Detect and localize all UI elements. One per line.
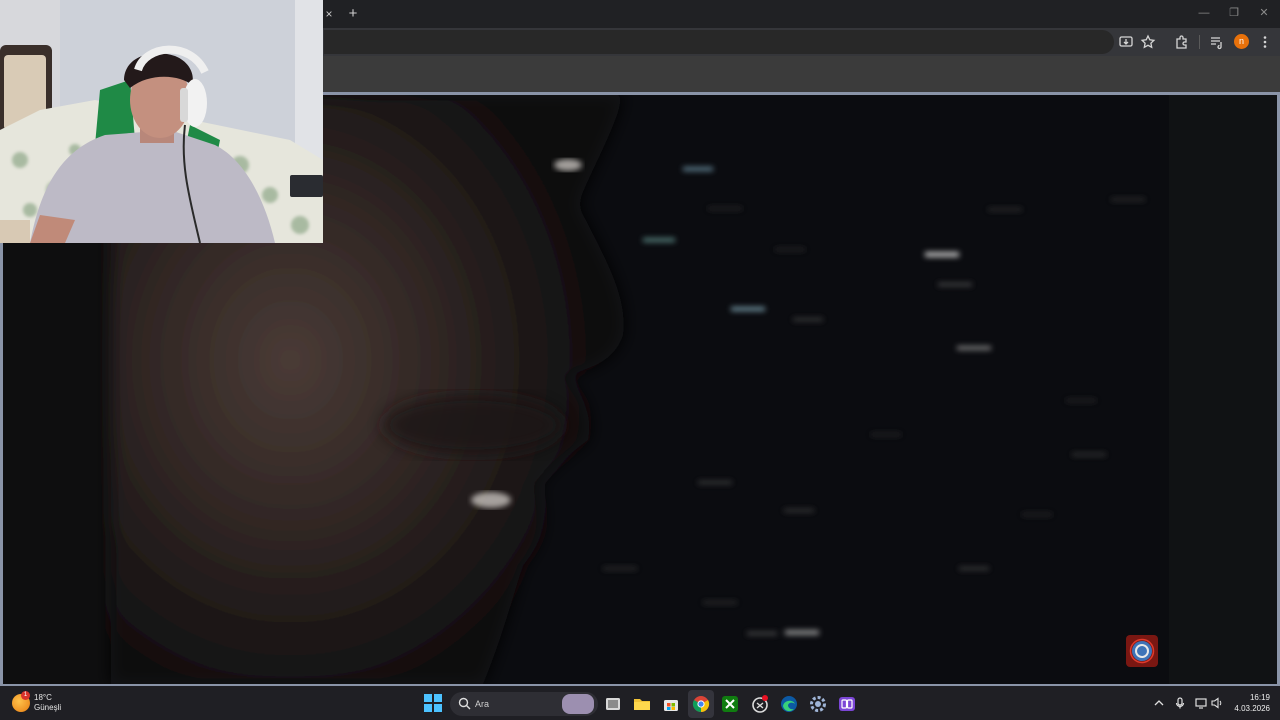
- screen: × + — ❐ ✕ n 1 18°C Güneşli Ara 16:19 4.0…: [0, 0, 1280, 720]
- edge-icon[interactable]: [779, 694, 799, 714]
- clock-time: 16:19: [1249, 693, 1270, 702]
- search-highlight-icon: [562, 694, 594, 714]
- search-icon: [458, 697, 471, 710]
- settings-icon[interactable]: [808, 694, 828, 714]
- task-view-icon[interactable]: [603, 694, 623, 714]
- address-bar[interactable]: [324, 30, 1114, 54]
- snipping-tool-icon[interactable]: [750, 694, 770, 714]
- windows-start-icon[interactable]: [424, 694, 442, 712]
- tab-close-icon[interactable]: ×: [322, 6, 336, 22]
- show-hidden-icons-chevron-icon[interactable]: [1152, 696, 1166, 710]
- photos-icon[interactable]: [837, 694, 857, 714]
- maximize-button[interactable]: ❐: [1225, 5, 1243, 21]
- file-explorer-icon[interactable]: [632, 694, 652, 714]
- weather-temperature: 18°C: [34, 693, 52, 702]
- minimize-button[interactable]: —: [1195, 5, 1213, 21]
- channel-logo-icon: [1126, 635, 1158, 667]
- bookmark-star-icon[interactable]: [1139, 33, 1157, 51]
- webcam-feed: [0, 0, 323, 243]
- close-window-button[interactable]: ✕: [1255, 5, 1273, 21]
- menu-icon[interactable]: [1256, 33, 1274, 51]
- new-tab-button[interactable]: +: [345, 5, 361, 23]
- volume-icon[interactable]: [1210, 696, 1224, 710]
- microphone-icon[interactable]: [1173, 696, 1187, 710]
- weather-condition: Güneşli: [34, 703, 62, 712]
- profile-avatar[interactable]: n: [1234, 34, 1249, 49]
- clock-date: 4.03.2026: [1234, 704, 1270, 713]
- chrome-icon[interactable]: [691, 694, 711, 714]
- weather-widget[interactable]: 1 18°C Güneşli: [12, 691, 61, 715]
- system-clock[interactable]: 16:19 4.03.2026: [1226, 692, 1270, 714]
- install-icon[interactable]: [1117, 33, 1135, 51]
- media-controls-icon[interactable]: [1208, 33, 1226, 51]
- xbox-icon[interactable]: [720, 694, 740, 714]
- weather-text: 18°C Güneşli: [34, 693, 61, 713]
- display-icon[interactable]: [1194, 696, 1208, 710]
- search-placeholder: Ara: [475, 699, 490, 709]
- toolbar-divider: [1199, 35, 1200, 49]
- microsoft-store-icon[interactable]: [661, 694, 681, 714]
- weather-badge: 1: [21, 691, 30, 700]
- extensions-icon[interactable]: [1173, 33, 1191, 51]
- webcam-overlay: [0, 0, 323, 243]
- sun-icon: 1: [12, 691, 30, 712]
